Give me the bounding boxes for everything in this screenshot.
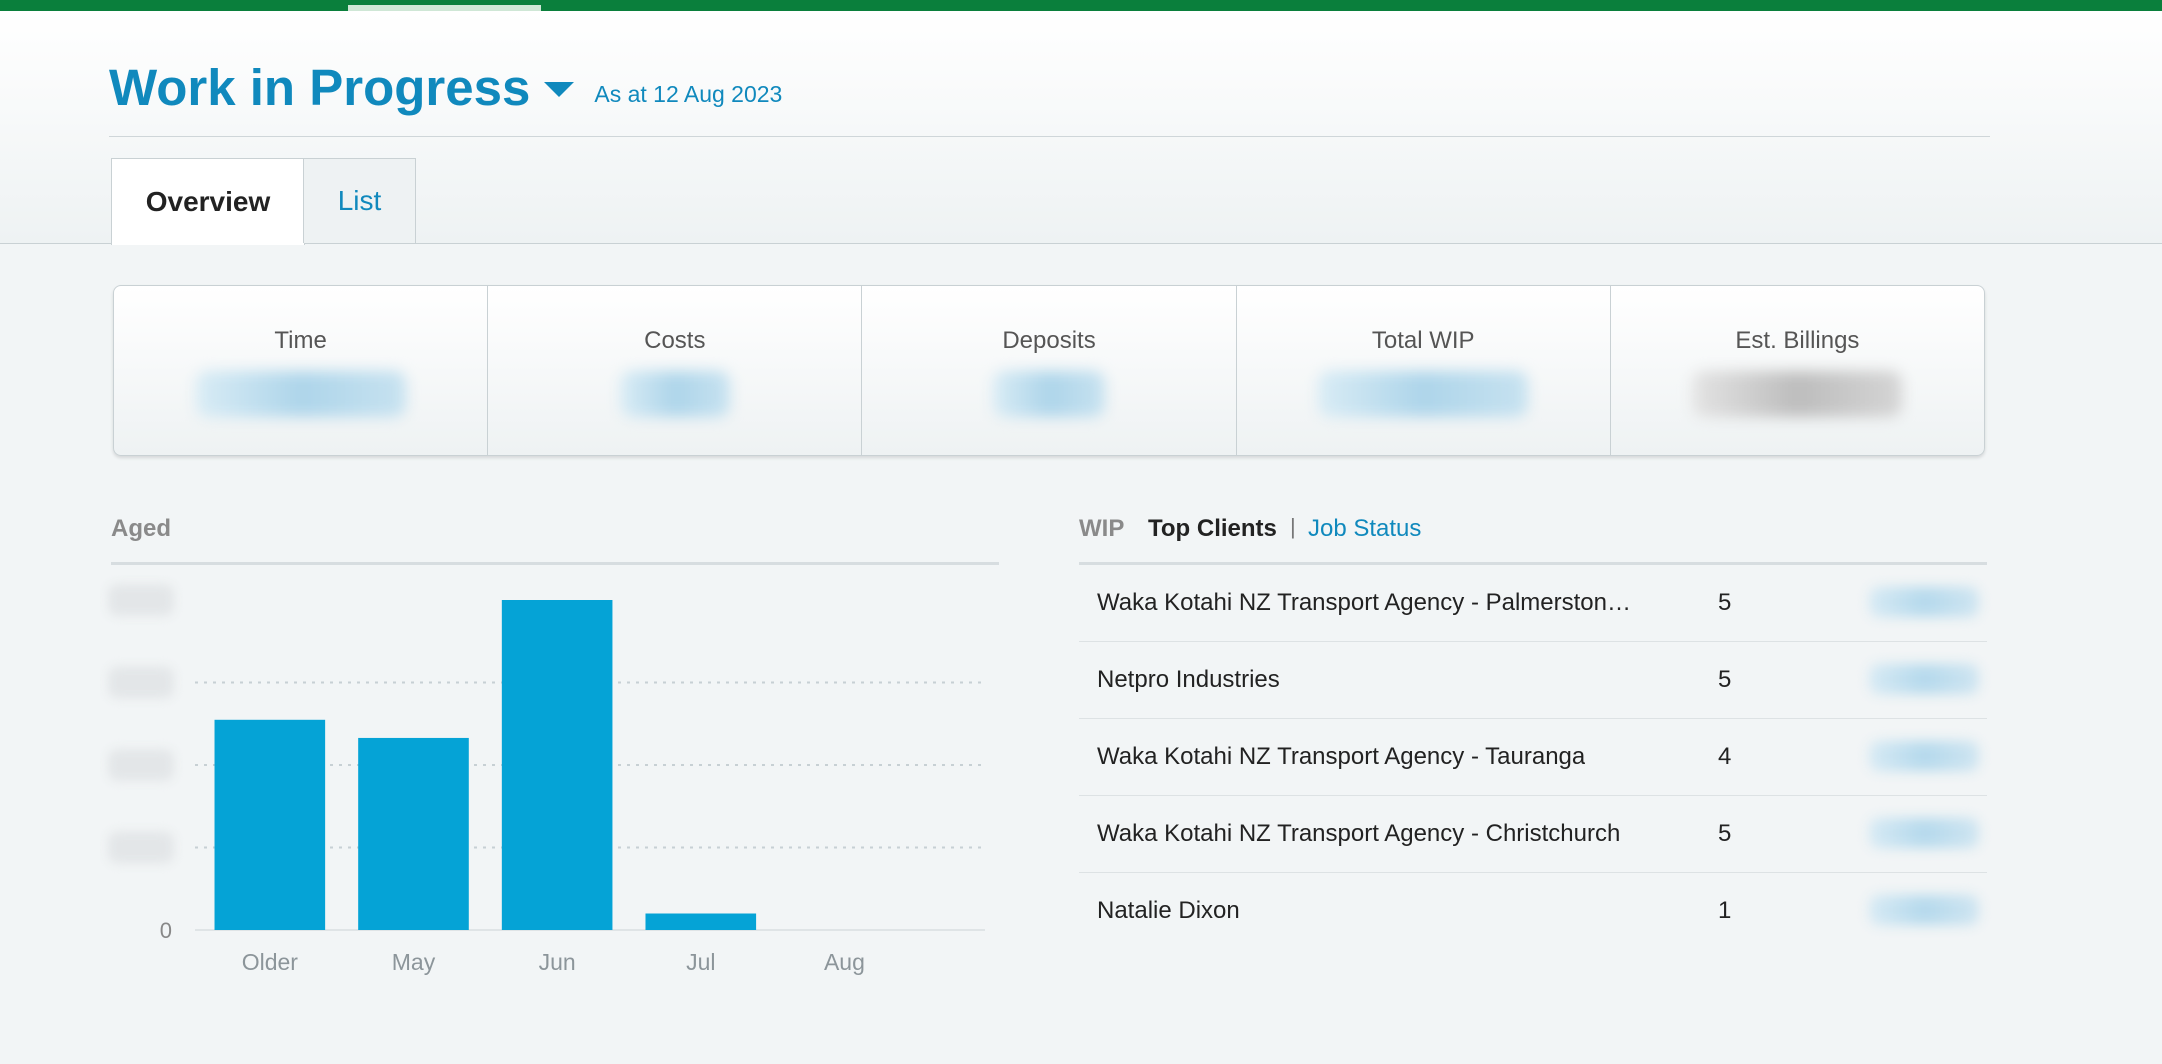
summary-total-wip[interactable]: Total WIP: [1235, 286, 1610, 455]
y-tick-label-redacted: [108, 831, 174, 864]
x-tick-label: Aug: [824, 949, 865, 975]
aged-divider: [111, 562, 999, 565]
summary-est-billings[interactable]: Est. Billings: [1609, 286, 1984, 455]
client-name: Waka Kotahi NZ Transport Agency - Palmer…: [1097, 589, 1637, 616]
caret-down-icon[interactable]: [544, 82, 575, 97]
header-divider: [109, 136, 1990, 137]
summary-est-billings-value-redacted: [1692, 371, 1903, 417]
title-row: Work in Progress As at 12 Aug 2023: [109, 58, 782, 117]
summary-deposits-label: Deposits: [1002, 327, 1096, 354]
summary-costs[interactable]: Costs: [487, 286, 861, 455]
bar-older: [214, 719, 326, 930]
y-tick-label: 0: [160, 918, 172, 943]
tab-top-clients[interactable]: Top Clients: [1148, 515, 1277, 543]
bar-may: [358, 737, 469, 930]
wip-label: WIP: [1079, 515, 1125, 542]
client-value-redacted: [1869, 895, 1979, 925]
y-tick-label-redacted: [108, 666, 174, 699]
summary-est-billings-label: Est. Billings: [1735, 327, 1860, 354]
summary-costs-value-redacted: [619, 371, 730, 417]
client-row[interactable]: Natalie Dixon 1: [1079, 873, 1987, 949]
client-row[interactable]: Waka Kotahi NZ Transport Agency - Tauran…: [1079, 719, 1987, 796]
tab-overview[interactable]: Overview: [111, 158, 305, 245]
client-job-count: 4: [1718, 743, 1732, 770]
summary-deposits[interactable]: Deposits: [861, 286, 1235, 455]
client-name: Natalie Dixon: [1097, 897, 1240, 924]
y-tick-label-redacted: [108, 749, 174, 781]
aged-bar-chart: 0 Older May Jun Jul Aug: [108, 584, 985, 975]
client-name: Waka Kotahi NZ Transport Agency - Tauran…: [1097, 743, 1586, 770]
bar-jun: [501, 600, 613, 930]
x-tick-label: Jun: [539, 949, 576, 975]
client-job-count: 1: [1718, 897, 1732, 924]
summary-time-value-redacted: [195, 371, 406, 417]
tab-job-status[interactable]: Job Status: [1308, 515, 1421, 543]
summary-time[interactable]: Time: [114, 286, 487, 455]
client-value-redacted: [1869, 664, 1979, 694]
tab-list[interactable]: List: [303, 158, 416, 243]
summary-total-wip-label: Total WIP: [1371, 327, 1475, 354]
tab-separator: |: [1290, 514, 1296, 539]
top-clients-list: Waka Kotahi NZ Transport Agency - Palmer…: [1079, 565, 1987, 949]
client-row[interactable]: Waka Kotahi NZ Transport Agency - Christ…: [1079, 796, 1987, 873]
client-row[interactable]: Waka Kotahi NZ Transport Agency - Palmer…: [1079, 565, 1987, 642]
x-tick-label: Older: [242, 949, 299, 975]
client-job-count: 5: [1718, 589, 1732, 616]
top-bar: [0, 0, 2162, 11]
summary-costs-label: Costs: [644, 327, 706, 354]
client-value-redacted: [1869, 741, 1979, 771]
client-row[interactable]: Netpro Industries 5: [1079, 642, 1987, 719]
client-job-count: 5: [1718, 820, 1732, 847]
x-tick-label: May: [392, 949, 436, 975]
client-value-redacted: [1869, 587, 1979, 617]
y-tick-label-redacted: [108, 584, 174, 616]
bar-jul: [645, 913, 757, 930]
client-name: Waka Kotahi NZ Transport Agency - Christ…: [1097, 820, 1621, 847]
client-value-redacted: [1869, 818, 1979, 848]
page-title[interactable]: Work in Progress: [109, 58, 530, 117]
x-tick-label: Jul: [686, 949, 715, 975]
aged-title: Aged: [111, 515, 171, 542]
summary-deposits-value-redacted: [993, 371, 1105, 417]
client-name: Netpro Industries: [1097, 666, 1280, 693]
client-job-count: 5: [1718, 666, 1732, 693]
summary-panel: Time Costs Deposits Total WIP Est. Billi…: [113, 285, 1985, 456]
summary-time-label: Time: [274, 327, 327, 354]
as-at-date: As at 12 Aug 2023: [594, 81, 783, 107]
summary-total-wip-value-redacted: [1318, 371, 1529, 417]
